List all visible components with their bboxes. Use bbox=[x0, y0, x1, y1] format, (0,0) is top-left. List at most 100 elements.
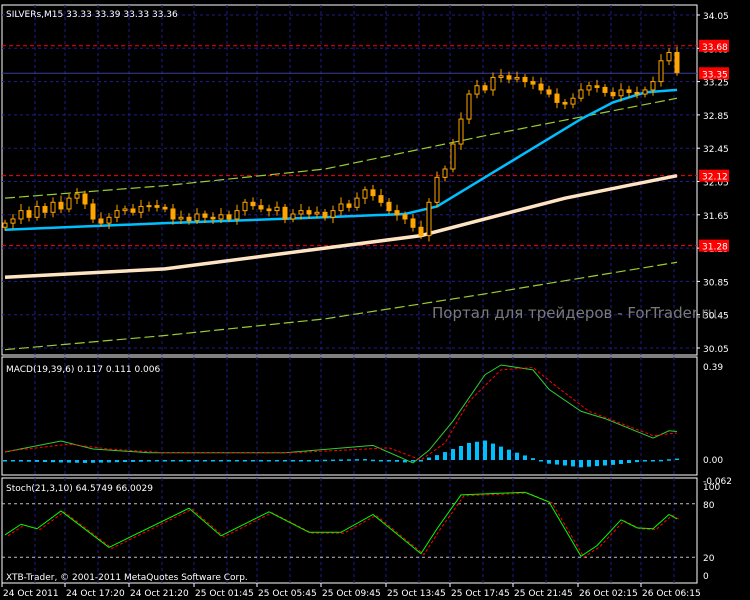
macd-tick-label: 0.39 bbox=[703, 363, 723, 373]
candle-body bbox=[442, 168, 448, 178]
candle-body bbox=[74, 193, 80, 199]
candle-body bbox=[18, 210, 24, 220]
macd-histogram-bar bbox=[531, 458, 535, 460]
panel-border-0 bbox=[1, 4, 698, 356]
candle-body bbox=[410, 218, 416, 228]
footer-copyright: XTB-Trader, © 2001-2011 MetaQuotes Softw… bbox=[6, 573, 248, 583]
stoch-tick-label: 100 bbox=[703, 483, 720, 493]
macd-histogram-bar bbox=[339, 459, 343, 461]
price-tick-label: 30.45 bbox=[703, 312, 729, 322]
macd-histogram-bar bbox=[363, 459, 367, 461]
macd-title: MACD(19,39,6) 0.117 0.111 0.006 bbox=[6, 365, 161, 375]
macd-histogram-bar bbox=[83, 460, 87, 463]
time-tick-label: 24 Oct 21:20 bbox=[130, 589, 189, 599]
macd-histogram-bar bbox=[219, 460, 223, 462]
macd-histogram-bar bbox=[203, 460, 207, 462]
macd-histogram-bar bbox=[611, 460, 615, 465]
candle-body bbox=[610, 91, 616, 97]
candle-body bbox=[434, 176, 440, 203]
candle-body bbox=[394, 210, 400, 216]
time-tick-label: 24 Oct 2011 bbox=[3, 589, 59, 599]
time-tick-label: 25 Oct 09:45 bbox=[322, 589, 381, 599]
time-tick-label: 26 Oct 06:15 bbox=[642, 589, 701, 599]
candle-body bbox=[554, 93, 560, 103]
candle-body bbox=[82, 193, 88, 205]
stochastic-panel[interactable] bbox=[2, 491, 697, 558]
price-tick-label: 32.45 bbox=[703, 145, 729, 155]
candle-body bbox=[490, 76, 496, 91]
price-level-label: 33.68 bbox=[702, 43, 728, 53]
macd-histogram-bar bbox=[451, 449, 455, 460]
candle-body bbox=[274, 206, 280, 212]
candle-body bbox=[378, 195, 384, 203]
macd-histogram-bar bbox=[123, 460, 127, 463]
candle-body bbox=[50, 201, 56, 213]
macd-histogram-bar bbox=[675, 458, 679, 461]
macd-histogram-bar bbox=[35, 460, 39, 462]
macd-histogram-bar bbox=[115, 460, 119, 463]
macd-histogram-bar bbox=[347, 459, 351, 461]
macd-signal-line bbox=[4, 366, 678, 461]
candle-body bbox=[26, 210, 32, 218]
watermark: Портал для трейдеров - ForTrader.ru bbox=[432, 304, 717, 322]
macd-histogram-bar bbox=[11, 460, 15, 462]
candle-body bbox=[226, 214, 232, 220]
macd-histogram-bar bbox=[515, 452, 519, 460]
candle-body bbox=[162, 206, 168, 210]
macd-histogram-bar bbox=[355, 459, 359, 461]
macd-histogram-bar bbox=[227, 460, 231, 462]
macd-histogram-bar bbox=[395, 460, 399, 462]
macd-histogram-bar bbox=[139, 460, 143, 462]
candle-body bbox=[354, 197, 360, 208]
macd-panel[interactable] bbox=[3, 364, 679, 468]
candle-body bbox=[530, 81, 536, 85]
candle-body bbox=[586, 85, 592, 91]
candle-body bbox=[130, 208, 136, 213]
time-tick-label: 25 Oct 21:45 bbox=[514, 589, 573, 599]
macd-histogram-bar bbox=[27, 460, 31, 462]
stoch-tick-label: 0 bbox=[703, 572, 709, 582]
candle-body bbox=[346, 203, 352, 208]
price-tick-label: 31.65 bbox=[703, 212, 729, 222]
candle-body bbox=[570, 97, 576, 105]
macd-histogram-bar bbox=[419, 460, 423, 462]
macd-histogram-bar bbox=[275, 460, 279, 462]
candle-body bbox=[546, 89, 552, 95]
macd-histogram-bar bbox=[99, 460, 103, 463]
price-tick-label: 32.85 bbox=[703, 112, 729, 122]
candle-body bbox=[250, 201, 256, 207]
candle-body bbox=[306, 210, 312, 215]
candle-body bbox=[10, 218, 16, 224]
macd-histogram-bar bbox=[59, 460, 63, 463]
macd-histogram-bar bbox=[555, 460, 559, 465]
candle-body bbox=[418, 226, 424, 237]
macd-histogram-bar bbox=[635, 460, 639, 463]
macd-histogram-bar bbox=[195, 460, 199, 462]
macd-histogram-bar bbox=[3, 460, 7, 462]
candle-body bbox=[626, 89, 632, 93]
candle-body bbox=[218, 214, 224, 220]
stoch-title: Stoch(21,3,10) 64.5749 66.0029 bbox=[6, 484, 153, 494]
macd-histogram-bar bbox=[251, 460, 255, 462]
price-tick-label: 30.85 bbox=[703, 278, 729, 288]
price-level-label: 31.28 bbox=[702, 243, 728, 253]
candle-body bbox=[2, 222, 8, 228]
macd-histogram-bar bbox=[667, 459, 671, 461]
macd-histogram-bar bbox=[603, 460, 607, 466]
price-panel[interactable]: Портал для трейдеров - ForTrader.ru bbox=[2, 45, 717, 351]
macd-histogram-bar bbox=[435, 455, 439, 460]
price-tick-label: 34.05 bbox=[703, 12, 729, 22]
candle-body bbox=[98, 218, 104, 224]
trading-chart[interactable]: Портал для трейдеров - ForTrader.ru 34.0… bbox=[0, 0, 750, 600]
macd-histogram-bar bbox=[331, 459, 335, 462]
candle-body bbox=[186, 216, 192, 222]
macd-histogram-bar bbox=[211, 460, 215, 462]
macd-histogram-bar bbox=[595, 460, 599, 467]
price-level-label: 32.12 bbox=[702, 173, 728, 183]
time-tick-label: 25 Oct 05:45 bbox=[258, 589, 317, 599]
macd-histogram-bar bbox=[187, 460, 191, 462]
time-tick-label: 24 Oct 17:20 bbox=[66, 589, 125, 599]
macd-histogram-bar bbox=[91, 460, 95, 463]
candle-body bbox=[330, 210, 336, 218]
candle-body bbox=[458, 118, 464, 145]
